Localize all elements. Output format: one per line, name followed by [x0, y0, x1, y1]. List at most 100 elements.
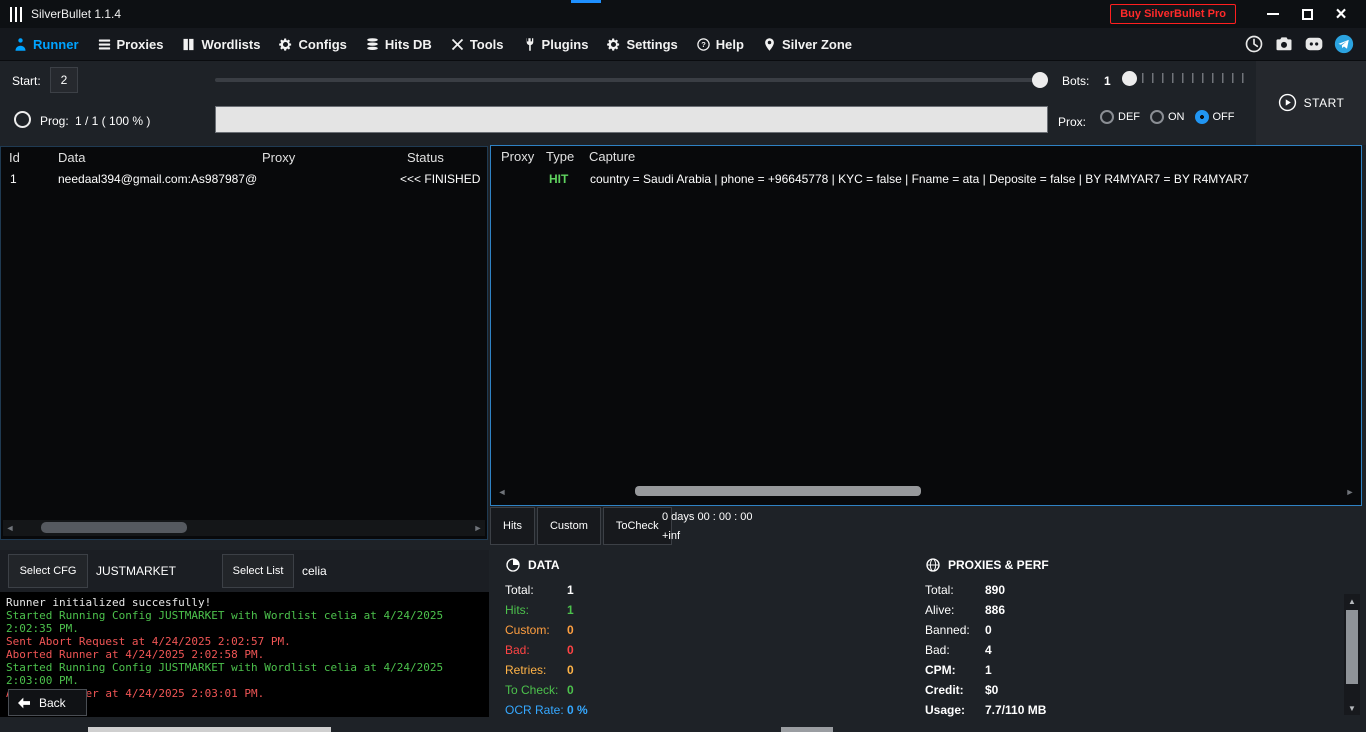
progress-toggle[interactable]	[14, 111, 31, 128]
camera-icon	[1274, 34, 1294, 54]
proxies-icon	[97, 37, 112, 52]
slider-ticks	[1132, 73, 1246, 83]
column-header-data[interactable]: Data	[58, 150, 85, 165]
nav-item-hits-db[interactable]: Hits DB	[356, 28, 441, 60]
telegram-button[interactable]	[1333, 34, 1354, 55]
configs-gear-icon	[278, 37, 293, 52]
scroll-left-icon[interactable]: ◄	[3, 520, 17, 536]
close-icon: ×	[1335, 5, 1346, 24]
nav-item-proxies[interactable]: Proxies	[88, 28, 173, 60]
nav-label: Hits DB	[385, 37, 432, 52]
start-position-input[interactable]	[50, 67, 78, 93]
tab-custom[interactable]: Custom	[537, 507, 601, 545]
scroll-up-icon[interactable]: ▲	[1344, 594, 1360, 608]
minimize-button[interactable]	[1258, 0, 1288, 28]
scroll-down-icon[interactable]: ▼	[1344, 701, 1360, 715]
select-list-button[interactable]: Select List	[222, 554, 294, 588]
bottom-scrollbar-thumb[interactable]	[88, 727, 331, 732]
nav-item-wordlists[interactable]: Wordlists	[172, 28, 269, 60]
column-header-proxy[interactable]: Proxy	[501, 149, 534, 164]
play-icon	[1278, 93, 1297, 112]
select-cfg-button[interactable]: Select CFG	[8, 554, 88, 588]
scroll-right-icon[interactable]: ►	[1343, 484, 1357, 499]
slider-thumb[interactable]	[1122, 71, 1137, 86]
minimize-icon	[1267, 13, 1279, 15]
cell-status: <<< FINISHED	[400, 172, 480, 186]
log-scrollbar[interactable]: ▲ ▼	[1344, 594, 1360, 715]
timer-inf: +inf	[662, 527, 753, 546]
wordlists-icon	[181, 37, 196, 52]
proxy-mode-def[interactable]: DEF	[1100, 110, 1140, 124]
stat-ocr-rate: OCR Rate:0 %	[505, 700, 745, 720]
table-row[interactable]: HIT country = Saudi Arabia | phone = +96…	[491, 172, 1361, 189]
slider-thumb[interactable]	[1032, 72, 1048, 88]
back-button[interactable]: Back	[8, 689, 87, 716]
nav-label: Proxies	[117, 37, 164, 52]
radio-label: OFF	[1213, 111, 1235, 123]
history-button[interactable]	[1243, 34, 1264, 55]
hits-tabs: Hits Custom ToCheck	[490, 507, 672, 545]
column-header-status[interactable]: Status	[407, 150, 444, 165]
column-header-type[interactable]: Type	[546, 149, 574, 164]
selected-wordlist-name: celia	[302, 564, 327, 578]
progress-bar	[215, 106, 1048, 133]
hits-horizontal-scrollbar[interactable]: ◄ ►	[495, 484, 1357, 499]
scroll-right-icon[interactable]: ►	[471, 520, 485, 536]
proxy-mode-on[interactable]: ON	[1150, 110, 1185, 124]
scrollbar-thumb[interactable]	[41, 522, 187, 533]
scrollbar-thumb[interactable]	[1346, 610, 1358, 684]
runner-icon	[13, 37, 28, 52]
plugins-plug-icon	[522, 37, 537, 52]
hits-db-icon	[365, 37, 380, 52]
stat-hits: Hits:1	[505, 600, 745, 620]
scrollbar-thumb[interactable]	[635, 486, 921, 496]
timer-value: 0 days 00 : 00 : 00	[662, 508, 753, 527]
table-row[interactable]: 1 needaal394@gmail.com:As987987@ <<< FIN…	[1, 172, 487, 189]
stat-custom: Custom:0	[505, 620, 745, 640]
buy-silverbullet-pro-button[interactable]: Buy SilverBullet Pro	[1110, 4, 1236, 24]
progress-label: Prog:	[40, 114, 69, 128]
prox-label: Prox:	[1058, 115, 1086, 129]
column-header-proxy[interactable]: Proxy	[262, 150, 295, 165]
column-header-capture[interactable]: Capture	[589, 149, 635, 164]
stat-cpm: CPM:1	[925, 660, 1165, 680]
maximize-button[interactable]	[1292, 0, 1322, 28]
column-header-id[interactable]: Id	[9, 150, 20, 165]
screenshot-button[interactable]	[1273, 34, 1294, 55]
nav-item-configs[interactable]: Configs	[269, 28, 355, 60]
log-line: Runner initialized succesfully!	[6, 596, 465, 609]
nav-item-settings[interactable]: Settings	[597, 28, 686, 60]
nav-label: Configs	[298, 37, 346, 52]
start-button[interactable]: START	[1256, 60, 1366, 145]
bots-slider[interactable]	[1122, 69, 1246, 91]
radio-label: DEF	[1118, 111, 1140, 123]
window-title: SilverBullet 1.1.4	[31, 7, 121, 21]
stat-bad: Bad:0	[505, 640, 745, 660]
panel-title-label: PROXIES & PERF	[948, 558, 1049, 572]
silverbullet-window: SilverBullet 1.1.4 Buy SilverBullet Pro …	[0, 0, 1366, 732]
results-horizontal-scrollbar[interactable]: ◄ ►	[3, 520, 485, 536]
data-stats-panel: DATA Total:1 Hits:1 Custom:0 Bad:0 Retri…	[505, 556, 745, 720]
stat-proxy-total: Total:890	[925, 580, 1165, 600]
nav-item-runner[interactable]: Runner	[4, 28, 88, 60]
start-position-slider[interactable]	[215, 71, 1048, 89]
close-button[interactable]: ×	[1326, 0, 1356, 28]
radio-icon	[1150, 110, 1164, 124]
nav-item-plugins[interactable]: Plugins	[513, 28, 598, 60]
history-clock-icon	[1244, 34, 1264, 54]
tab-hits[interactable]: Hits	[490, 507, 535, 545]
radio-icon	[1100, 110, 1114, 124]
help-icon: ?	[696, 37, 711, 52]
log-line: Started Running Config JUSTMARKET with W…	[6, 661, 465, 687]
nav-right-icons	[1243, 34, 1362, 55]
stat-proxy-banned: Banned:0	[925, 620, 1165, 640]
nav-item-tools[interactable]: Tools	[441, 28, 513, 60]
panel-title-label: DATA	[528, 558, 560, 572]
bottom-scrollbar-thumb-small[interactable]	[781, 727, 833, 732]
cell-id: 1	[10, 172, 17, 186]
discord-button[interactable]	[1303, 34, 1324, 55]
scroll-left-icon[interactable]: ◄	[495, 484, 509, 499]
nav-item-help[interactable]: ? Help	[687, 28, 753, 60]
proxy-mode-off[interactable]: OFF	[1195, 110, 1235, 124]
nav-item-silver-zone[interactable]: Silver Zone	[753, 28, 861, 60]
